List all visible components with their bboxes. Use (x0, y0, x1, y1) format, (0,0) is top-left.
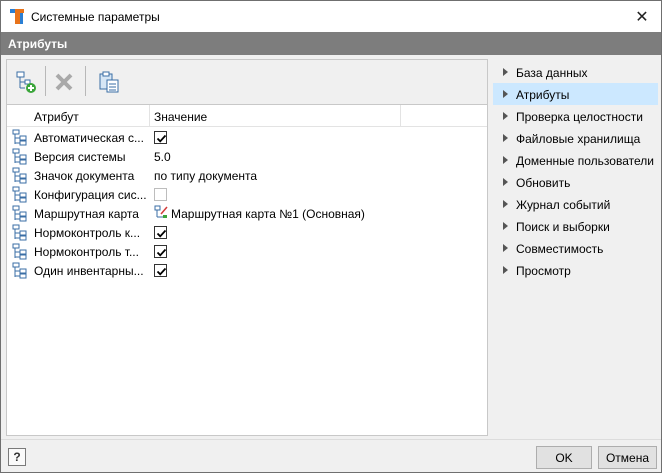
nav-item-label: Журнал событий (516, 198, 611, 212)
attributes-panel: Атрибут Значение Автоматическая с... Верс… (6, 59, 488, 436)
section-header: Атрибуты (1, 32, 661, 55)
add-attribute-button[interactable] (12, 68, 40, 96)
attribute-checkbox[interactable] (154, 226, 167, 239)
attribute-name: Нормоконтроль к... (34, 226, 141, 240)
close-icon: ✕ (635, 8, 649, 26)
nav-item[interactable]: Файловые хранилища (493, 127, 658, 149)
table-row[interactable]: Автоматическая с... (7, 128, 487, 147)
help-icon: ? (13, 450, 21, 464)
attribute-name: Конфигурация сис... (34, 188, 147, 202)
chevron-right-icon (503, 134, 508, 142)
attribute-checkbox[interactable] (154, 188, 167, 201)
attribute-icon (12, 186, 28, 203)
section-title: Атрибуты (8, 37, 68, 51)
table-row[interactable]: Значок документа по типу документа (7, 166, 487, 185)
toolbar-separator (45, 66, 46, 96)
nav-item[interactable]: Проверка целостности (493, 105, 658, 127)
nav-item-label: Доменные пользователи (516, 154, 654, 168)
nav-item-label: Обновить (516, 176, 571, 190)
nav-item[interactable]: База данных (493, 61, 658, 83)
app-logo-icon (10, 9, 24, 24)
nav-item[interactable]: Поиск и выборки (493, 215, 658, 237)
nav-item-label: Атрибуты (516, 88, 570, 102)
attribute-checkbox[interactable] (154, 245, 167, 258)
nav-item-label: Совместимость (516, 242, 604, 256)
column-header-attribute[interactable]: Атрибут (34, 110, 79, 124)
attribute-icon (12, 262, 28, 279)
chevron-right-icon (503, 222, 508, 230)
attributes-grid: Атрибут Значение Автоматическая с... Верс… (7, 104, 487, 435)
chevron-right-icon (503, 200, 508, 208)
column-divider[interactable] (149, 105, 150, 127)
attribute-icon (12, 224, 28, 241)
chevron-right-icon (503, 244, 508, 252)
attribute-icon (12, 243, 28, 260)
attribute-name: Один инвентарны... (34, 264, 144, 278)
attribute-icon (12, 167, 28, 184)
chevron-right-icon (503, 68, 508, 76)
table-row[interactable]: Один инвентарны... (7, 261, 487, 280)
attribute-value[interactable]: по типу документа (154, 169, 257, 183)
chevron-right-icon (503, 90, 508, 98)
settings-navigation: База данных Атрибуты Проверка целостности Ф… (491, 59, 659, 436)
nav-item[interactable]: Журнал событий (493, 193, 658, 215)
table-row[interactable]: Конфигурация сис... (7, 185, 487, 204)
grid-header: Атрибут Значение (7, 105, 487, 127)
delete-icon (55, 73, 73, 91)
paste-attribute-button[interactable] (95, 68, 123, 96)
chevron-right-icon (503, 178, 508, 186)
attribute-value: Маршрутная карта №1 (Основная) (171, 206, 365, 221)
attribute-icon (12, 205, 28, 222)
paste-icon (99, 71, 119, 93)
route-map-icon (154, 205, 168, 222)
attribute-name: Значок документа (34, 169, 135, 183)
footer-divider (1, 439, 661, 440)
nav-item[interactable]: Доменные пользователи (493, 149, 658, 171)
attribute-name: Нормоконтроль т... (34, 245, 139, 259)
attribute-checkbox[interactable] (154, 131, 167, 144)
column-header-value[interactable]: Значение (154, 110, 207, 124)
attribute-name: Версия системы (34, 150, 126, 164)
toolbar-separator (85, 66, 86, 96)
nav-item[interactable]: Обновить (493, 171, 658, 193)
attribute-name: Маршрутная карта (34, 207, 139, 221)
attribute-checkbox[interactable] (154, 264, 167, 277)
table-row[interactable]: Нормоконтроль т... (7, 242, 487, 261)
nav-item-label: База данных (516, 66, 588, 80)
route-map-value[interactable]: Маршрутная карта №1 (Основная) (154, 205, 365, 222)
window-title: Системные параметры (31, 10, 160, 24)
toolbar (7, 60, 487, 102)
close-button[interactable]: ✕ (623, 1, 661, 32)
nav-item[interactable]: Просмотр (493, 259, 658, 281)
help-button[interactable]: ? (8, 448, 26, 466)
attribute-value[interactable]: 5.0 (154, 150, 171, 164)
system-parameters-dialog: Системные параметры ✕ Атрибуты Атрибут З… (0, 0, 662, 473)
nav-item-label: Просмотр (516, 264, 571, 278)
add-attribute-icon (16, 71, 36, 93)
nav-item-label: Поиск и выборки (516, 220, 610, 234)
table-row[interactable]: Маршрутная карта Маршрутная карта №1 (Осн… (7, 204, 487, 223)
title-bar: Системные параметры ✕ (1, 1, 661, 32)
attribute-icon (12, 148, 28, 165)
attribute-icon (12, 129, 28, 146)
nav-item-label: Файловые хранилища (516, 132, 641, 146)
ok-button[interactable]: OK (536, 446, 592, 469)
nav-item[interactable]: Атрибуты (493, 83, 658, 105)
chevron-right-icon (503, 156, 508, 164)
chevron-right-icon (503, 266, 508, 274)
column-divider[interactable] (400, 105, 401, 127)
chevron-right-icon (503, 112, 508, 120)
delete-attribute-button[interactable] (50, 68, 78, 96)
nav-item[interactable]: Совместимость (493, 237, 658, 259)
attribute-name: Автоматическая с... (34, 131, 144, 145)
nav-item-label: Проверка целостности (516, 110, 643, 124)
cancel-button[interactable]: Отмена (598, 446, 657, 469)
table-row[interactable]: Версия системы 5.0 (7, 147, 487, 166)
table-row[interactable]: Нормоконтроль к... (7, 223, 487, 242)
